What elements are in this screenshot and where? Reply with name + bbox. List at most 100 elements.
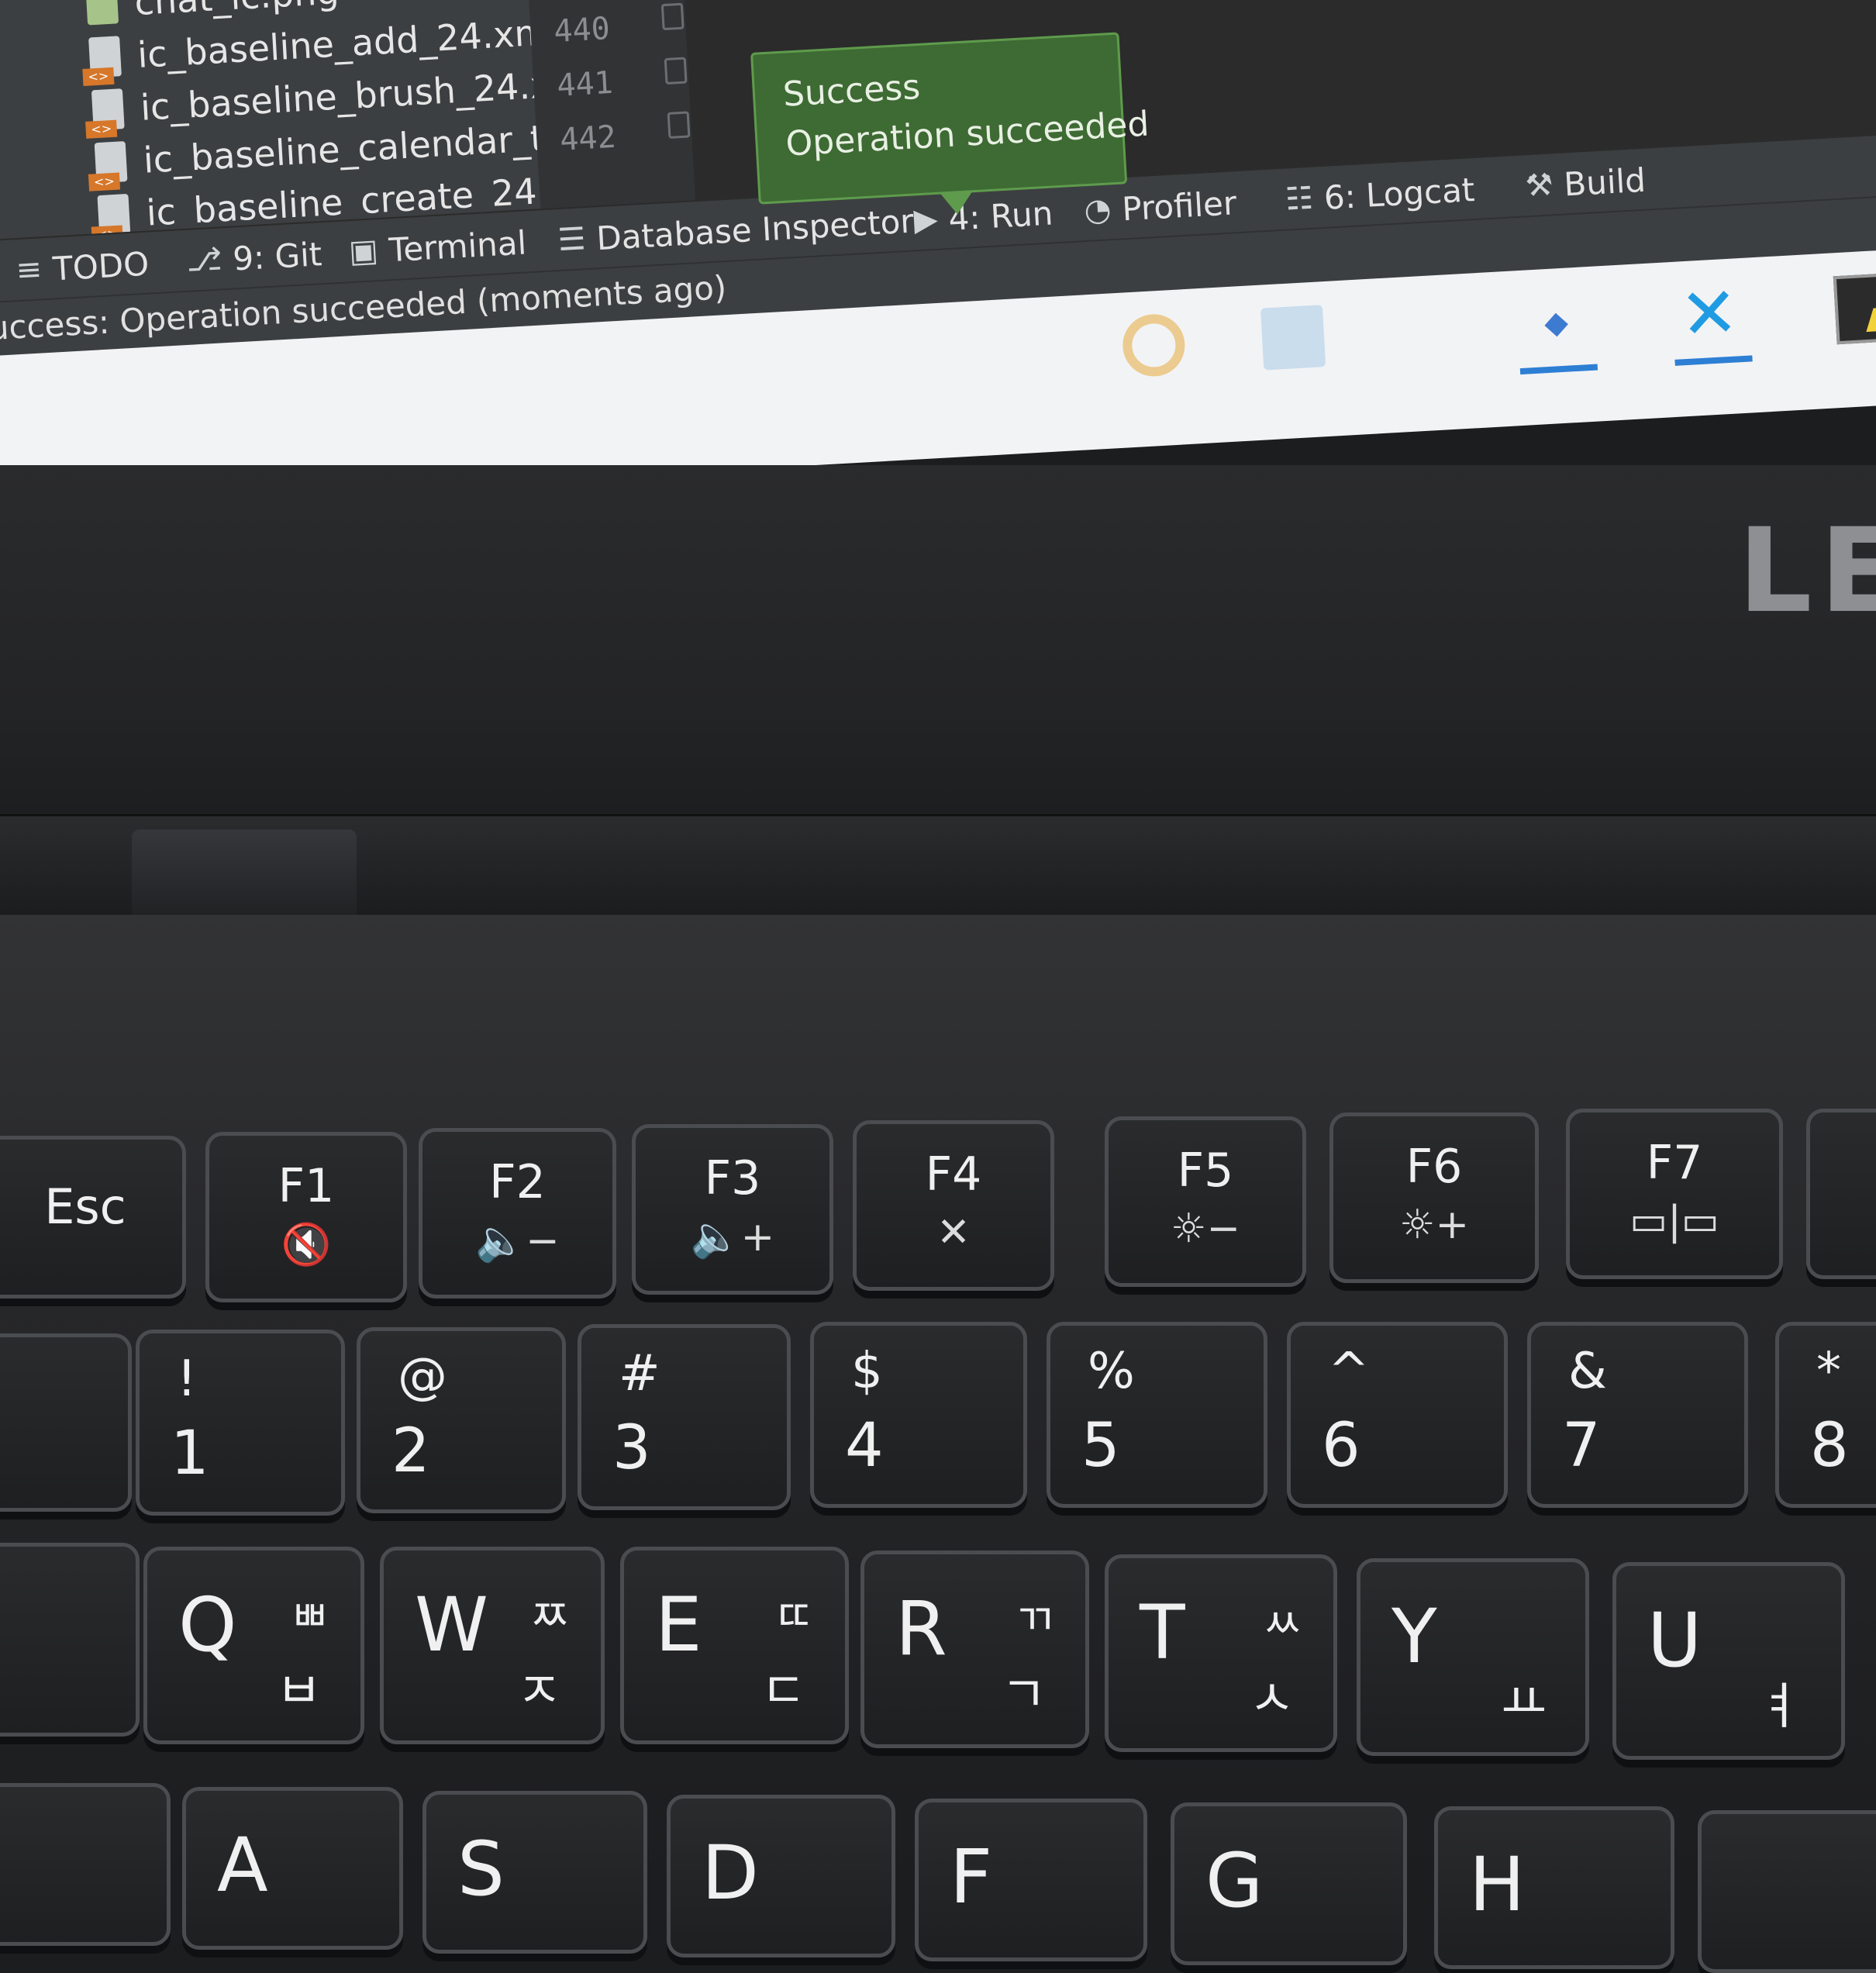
key-6[interactable]: ^ 6 [1287,1322,1508,1508]
tab-git[interactable]: ⎇ 9: Git [185,230,323,285]
key-backtick[interactable] [0,1333,132,1512]
key-label: F7 [1646,1136,1703,1190]
key-shift-label: @ [398,1348,447,1406]
database-icon: ☰ [557,221,587,259]
key-g[interactable]: G [1171,1802,1407,1965]
key-s[interactable]: S [422,1791,647,1954]
mute-icon: 🔇 [281,1222,332,1268]
key-u[interactable]: U ㅕ [1612,1562,1845,1760]
key-f2[interactable]: F2 🔈− [419,1128,616,1299]
key-1[interactable]: ! 1 [136,1330,345,1516]
laptop-screen: chat_ic.png ic_baseline_add_24.xml ic_ba… [0,0,1876,465]
tab-label: 6: Logcat [1323,170,1476,217]
volume-up-icon: 🔈+ [690,1214,775,1261]
key-f[interactable]: F [915,1799,1147,1961]
fold-icon[interactable] [667,111,691,139]
hangul-label: ㅕ [1757,1678,1802,1736]
key-3[interactable]: # 3 [578,1324,791,1510]
key-shift-label: ^ [1328,1343,1370,1400]
notes-icon[interactable] [1833,272,1876,345]
key-r[interactable]: R ㄲ ㄱ [860,1550,1089,1748]
fold-icon[interactable] [664,57,688,85]
logcat-icon: ☷ [1284,180,1315,218]
key-8[interactable]: * 8 [1775,1322,1876,1508]
hangul-shift-label: ㅉ [529,1592,570,1642]
line-number: 442 [559,119,617,158]
vscode-icon[interactable]: ✕ [1674,271,1753,366]
volume-down-icon: 🔈− [475,1218,560,1264]
key-y[interactable]: Y ㅛ [1357,1558,1589,1756]
tab-logcat[interactable]: ☷ 6: Logcat [1284,166,1476,223]
key-label: F5 [1177,1143,1234,1198]
hangul-label: ㅅ [1249,1671,1295,1728]
key-f7[interactable]: F7 ▭|▭ [1566,1109,1783,1279]
key-d[interactable]: D [667,1795,895,1957]
tab-build[interactable]: ⚒ Build [1524,157,1647,210]
key-f5[interactable]: F5 ☼− [1105,1116,1306,1287]
tab-todo[interactable]: ≡ TODO [15,240,150,294]
key-e[interactable]: E ㄸ ㄷ [620,1547,849,1744]
key-a[interactable]: A [182,1787,403,1950]
key-5[interactable]: % 5 [1047,1322,1267,1508]
key-4[interactable]: $ 4 [810,1322,1027,1508]
key-q[interactable]: Q ㅃ ㅂ [143,1547,364,1744]
git-branch-icon: ⎇ [185,241,223,279]
hangul-label: ㅈ [516,1663,562,1720]
key-w[interactable]: W ㅉ ㅈ [380,1547,605,1744]
run-icon: ▶ [912,201,939,239]
xml-file-icon [94,141,128,184]
key-f4[interactable]: F4 ✕ [853,1120,1054,1291]
key-shift-label: * [1816,1343,1841,1400]
key-label: G [1205,1837,1264,1924]
tab-label: Profiler [1121,183,1238,228]
key-label: F4 [925,1147,982,1202]
key-f3[interactable]: F3 🔈+ [632,1124,833,1295]
hangul-label: ㅛ [1501,1675,1547,1732]
key-label: R [895,1585,947,1672]
key-label: Esc [44,1178,126,1235]
display-switch-icon: ▭|▭ [1629,1198,1719,1244]
hangul-label: ㅂ [276,1663,322,1720]
key-f6[interactable]: F6 ☼+ [1329,1112,1539,1283]
key-f1[interactable]: F1 🔇 [205,1132,407,1302]
success-notification[interactable]: Success Operation succeeded [750,32,1150,205]
key-shift-label: & [1568,1343,1607,1400]
hangul-label: ㄷ [760,1663,806,1720]
android-studio-icon[interactable]: ◆ [1519,290,1598,375]
key-label: 1 [171,1419,209,1488]
brightness-up-icon: ☼+ [1398,1202,1470,1248]
tab-label: TODO [51,244,150,288]
tab-terminal[interactable]: ▣ Terminal [347,219,528,275]
tab-run[interactable]: ▶ 4: Run [912,189,1054,243]
key-t[interactable]: T ㅆ ㅅ [1105,1554,1337,1752]
key-2[interactable]: @ 2 [357,1327,566,1513]
fold-icon[interactable] [660,2,685,31]
key-j[interactable] [1698,1810,1876,1973]
chrome-icon[interactable] [1121,312,1187,378]
key-tab[interactable] [0,1543,140,1737]
xml-file-icon [88,36,122,78]
key-label: S [457,1826,505,1913]
project-panel: chat_ic.png ic_baseline_add_24.xml ic_ba… [0,0,639,240]
notification-title: Success [781,67,922,115]
screen-bezel: LE [0,465,1876,814]
folder-icon[interactable] [1260,305,1326,371]
line-number: 441 [556,64,614,104]
tab-profiler[interactable]: ◔ Profiler [1083,179,1238,234]
png-file-icon [85,0,119,26]
key-esc[interactable]: Esc [0,1136,186,1299]
key-h[interactable]: H [1434,1806,1674,1969]
mic-mute-icon: ✕ [936,1209,971,1256]
key-label: 2 [391,1416,430,1486]
key-shift-label: % [1088,1343,1135,1400]
hangul-label: ㄱ [1001,1667,1047,1724]
editor-gutter: 439 440 441 442 [526,0,695,209]
key-label: T [1140,1589,1185,1676]
key-caps-lock[interactable] [0,1783,171,1946]
key-f8[interactable] [1806,1109,1876,1279]
key-7[interactable]: & 7 [1527,1322,1748,1508]
gauge-icon: ◔ [1083,191,1112,229]
key-label: 3 [612,1413,651,1483]
brightness-down-icon: ☼− [1170,1206,1241,1252]
hinge-block [132,830,357,923]
